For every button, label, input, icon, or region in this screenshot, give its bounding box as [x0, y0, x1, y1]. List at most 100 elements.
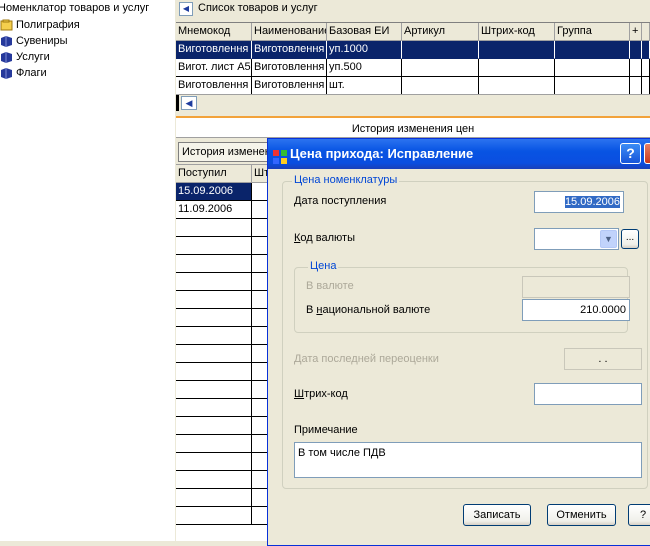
table-cell [479, 77, 555, 95]
table-cell [176, 417, 252, 435]
table-cell [555, 41, 630, 59]
table-cell [176, 489, 252, 507]
dialog-titlebar[interactable]: Цена прихода: Исправление ? ✕ [268, 139, 650, 169]
folder-icon [0, 19, 13, 31]
column-header[interactable]: Базовая ЕИ [327, 23, 402, 41]
table-cell [630, 59, 642, 77]
table-cell [402, 59, 479, 77]
tree-panel: Номенклатор товаров и услуг Полиграфия С… [0, 0, 175, 541]
group-title-price: Цена [308, 260, 339, 272]
date-value: 15.09.2006 [564, 196, 620, 208]
date-field[interactable]: 15.09.2006 [534, 191, 624, 213]
price-history-title: История изменения цен [176, 116, 650, 138]
book-icon [0, 67, 13, 80]
help-button[interactable]: ? [620, 143, 641, 164]
chevron-down-icon[interactable]: ▼ [600, 230, 617, 248]
currency-select[interactable]: ▼ [534, 228, 619, 250]
product-list-title: Список товаров и услуг [198, 2, 318, 14]
table-cell [176, 255, 252, 273]
table-cell [402, 77, 479, 95]
table-cell [630, 77, 642, 95]
table-cell [176, 453, 252, 471]
table-cell [176, 507, 252, 525]
collapse-left-icon[interactable]: ◀ [179, 2, 193, 16]
table-cell: Виготовлення [252, 77, 327, 95]
table-cell [176, 291, 252, 309]
table-row[interactable]: Виготовлення Виготовлення шт. [176, 77, 650, 95]
dialog-title: Цена прихода: Исправление [290, 146, 474, 161]
close-button[interactable]: ✕ [644, 143, 650, 164]
column-header[interactable]: + [630, 23, 642, 41]
column-header-filler [642, 23, 650, 41]
table-cell [642, 77, 650, 95]
tree-item-polygraphy[interactable]: Полиграфия [0, 17, 80, 33]
national-currency-label: В национальной валюте [306, 304, 431, 316]
price-edit-dialog: Цена прихода: Исправление ? ✕ Цена номен… [267, 138, 650, 546]
table-cell [176, 309, 252, 327]
table-cell [555, 59, 630, 77]
barcode-field[interactable] [534, 383, 642, 405]
table-cell [176, 381, 252, 399]
column-header[interactable]: Артикул [402, 23, 479, 41]
horizontal-scrollbar[interactable]: ◀ [176, 94, 650, 111]
note-label: Примечание [294, 424, 358, 436]
note-field[interactable]: В том числе ПДВ [294, 442, 642, 478]
table-cell [630, 41, 642, 59]
tree-item-souvenirs[interactable]: Сувениры [0, 33, 68, 49]
table-cell [479, 59, 555, 77]
table-cell [555, 77, 630, 95]
tree-item-label: Полиграфия [16, 19, 80, 31]
barcode-label: Штрих-код [294, 388, 348, 400]
product-list-panel: ◀ Список товаров и услуг Мнемокод Наимен… [176, 0, 650, 112]
table-cell: Виготовлення [252, 41, 327, 59]
table-row[interactable]: Виготовлення Виготовлення уп.1000 [176, 41, 650, 59]
column-header[interactable]: Штрих-код [479, 23, 555, 41]
table-row[interactable]: Вигот. лист А5 Виготовлення уп.500 [176, 59, 650, 77]
in-currency-field [522, 276, 630, 298]
grid-header: Мнемокод Наименование Базовая ЕИ Артикул… [176, 23, 650, 41]
scroll-left-icon[interactable]: ◀ [181, 96, 197, 110]
column-header[interactable]: Мнемокод [176, 23, 252, 41]
table-cell: Виготовлення [176, 77, 252, 95]
in-currency-label: В валюте [306, 280, 354, 292]
tree-item-label: Услуги [16, 51, 50, 63]
revaluation-date-field: . . [564, 348, 642, 370]
table-cell [176, 345, 252, 363]
tree-item-label: Сувениры [16, 35, 68, 47]
tree-item-flags[interactable]: Флаги [0, 65, 47, 81]
date-label: Дата поступления [294, 195, 387, 207]
table-cell [642, 59, 650, 77]
table-cell [642, 41, 650, 59]
table-cell [176, 399, 252, 417]
table-cell [479, 41, 555, 59]
cancel-button[interactable]: Отменить [547, 504, 616, 526]
product-grid: Мнемокод Наименование Базовая ЕИ Артикул… [176, 22, 650, 95]
table-cell: 11.09.2006 [176, 201, 252, 219]
revaluation-date-label: Дата последней переоценки [294, 353, 439, 365]
table-cell: уп.500 [327, 59, 402, 77]
table-cell [176, 237, 252, 255]
group-title-price-nomenclature: Цена номенклатуры [292, 174, 400, 186]
save-button[interactable]: Записать [463, 504, 531, 526]
table-cell: шт. [327, 77, 402, 95]
column-header[interactable]: Наименование [252, 23, 327, 41]
currency-label: Код валюты [294, 232, 355, 244]
table-cell [176, 363, 252, 381]
table-cell [176, 273, 252, 291]
book-icon [0, 51, 13, 64]
table-cell [176, 435, 252, 453]
table-cell [176, 471, 252, 489]
tree-item-services[interactable]: Услуги [0, 49, 50, 65]
help-footer-button[interactable]: ? [628, 504, 650, 526]
national-currency-field[interactable]: 210.0000 [522, 299, 630, 321]
table-cell: уп.1000 [327, 41, 402, 59]
table-cell [176, 219, 252, 237]
app-icon [272, 146, 288, 164]
tab-history[interactable]: История изменений [178, 142, 278, 162]
table-cell: 15.09.2006 [176, 183, 252, 201]
column-header[interactable]: Поступил [176, 165, 252, 183]
tree-root-label[interactable]: Номенклатор товаров и услуг [0, 2, 149, 14]
column-header[interactable]: Группа [555, 23, 630, 41]
browse-button[interactable]: ... [621, 229, 639, 249]
tree-item-label: Флаги [16, 67, 47, 79]
